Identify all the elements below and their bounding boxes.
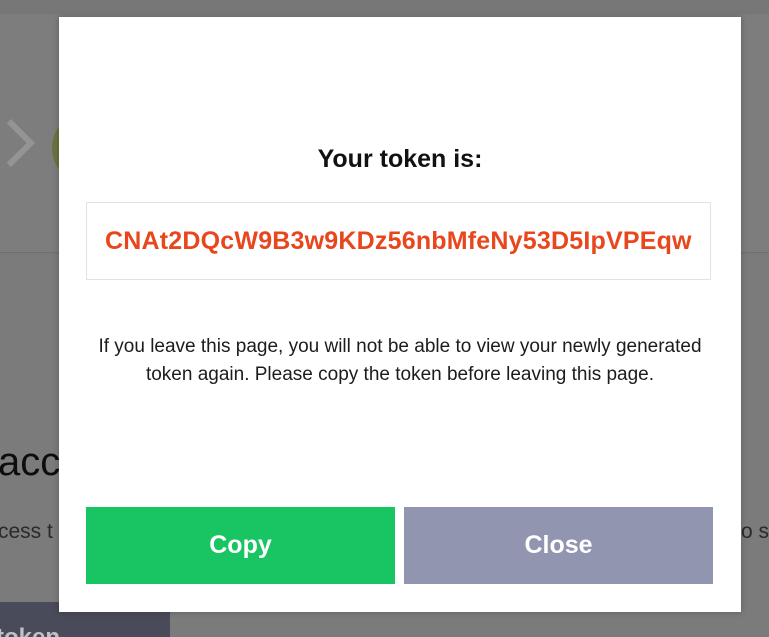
background-text-left: cess t [0, 520, 53, 543]
token-display-box: CNAt2DQcW9B3w9KDz56nbMfeNy53D5IpVPEqw [86, 202, 711, 280]
close-button[interactable]: Close [404, 507, 713, 584]
copy-button[interactable]: Copy [86, 507, 395, 584]
chevron-right-icon [0, 118, 36, 168]
token-modal: Your token is: CNAt2DQcW9B3w9KDz56nbMfeN… [59, 17, 741, 612]
background-text-right: o s [741, 520, 769, 543]
modal-warning-message: If you leave this page, you will not be … [98, 336, 702, 385]
modal-title: Your token is: [317, 145, 483, 173]
background-token-button-label: token [0, 624, 60, 637]
background-top-bar [0, 0, 769, 14]
background-heading: acc [0, 440, 61, 484]
token-value[interactable]: CNAt2DQcW9B3w9KDz56nbMfeNy53D5IpVPEqw [105, 227, 692, 256]
